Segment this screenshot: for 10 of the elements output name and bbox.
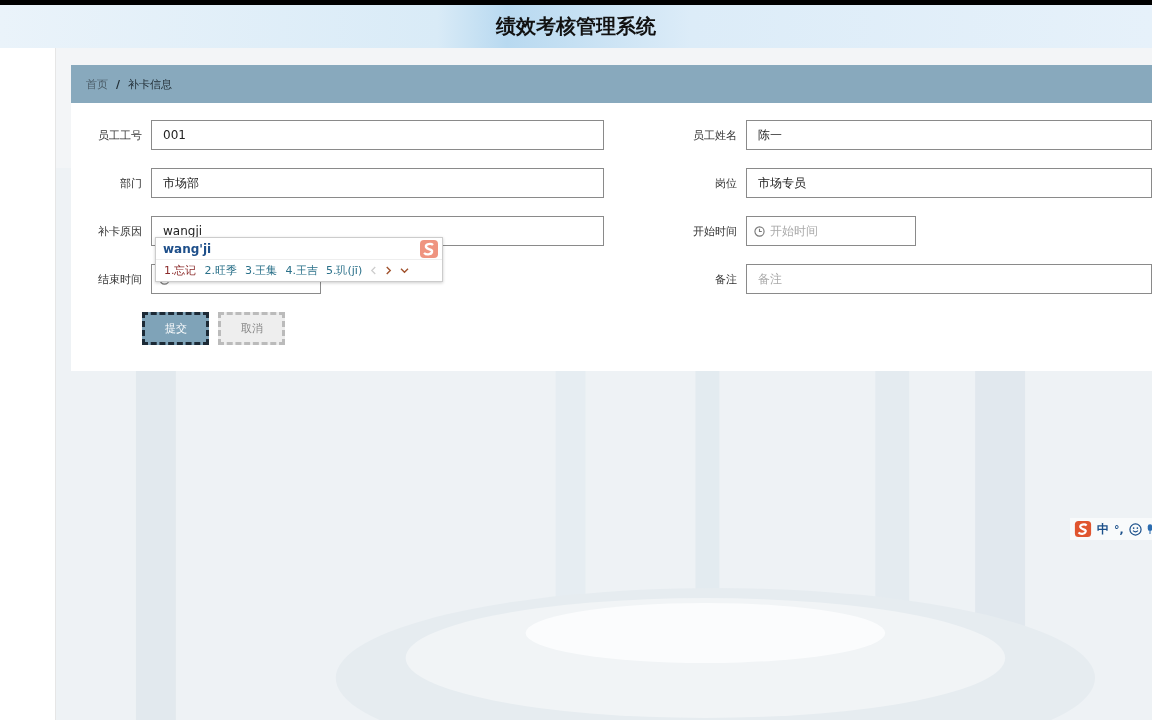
field-label: 备注 [714, 271, 737, 287]
breadcrumb-separator: / [116, 77, 121, 91]
field-label: 补卡原因 [97, 223, 142, 239]
field-label: 开始时间 [692, 223, 737, 239]
field-label: 部门 [119, 175, 142, 191]
field-label: 结束时间 [97, 271, 142, 287]
field-label: 岗位 [714, 175, 737, 191]
field-label: 员工姓名 [692, 127, 737, 143]
field-label: 员工工号 [97, 127, 142, 143]
app-title: 绩效考核管理系统 [496, 13, 656, 40]
